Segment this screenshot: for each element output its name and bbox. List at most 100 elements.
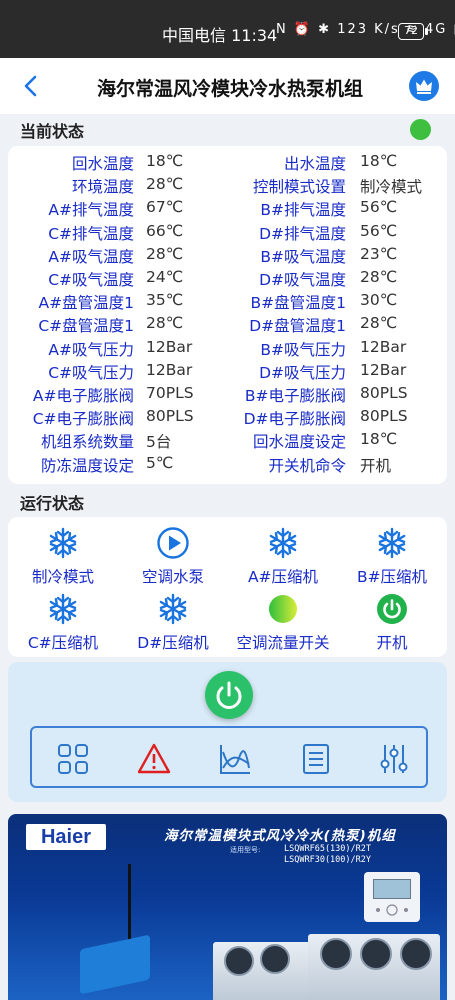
run-status-label: B#压缩机: [356, 568, 428, 586]
gateway-device-image: [80, 934, 150, 995]
param-row: C#盘管温度1 28℃ D#盘管温度1 28℃: [8, 314, 447, 337]
param-row: C#排气温度 66℃ D#排气温度 56℃: [8, 222, 447, 245]
param-value: 23℃: [360, 244, 398, 263]
snowflake-icon: [267, 527, 299, 559]
fan-image: [320, 938, 352, 970]
fan-image: [400, 938, 432, 970]
run-status-label: 开机: [376, 634, 408, 652]
param-row: A#吸气温度 28℃ B#吸气温度 23℃: [8, 245, 447, 268]
param-label: B#吸气温度: [260, 247, 346, 266]
param-row: A#盘管温度1 35℃ B#盘管温度1 30℃: [8, 291, 447, 314]
param-label: C#吸气压力: [48, 363, 134, 382]
param-label: 回水温度设定: [252, 433, 346, 452]
param-value: 12Bar: [146, 360, 193, 379]
power-icon: [376, 593, 408, 625]
param-label: D#排气温度: [259, 224, 346, 243]
param-label: D#盘管温度1: [249, 317, 346, 336]
param-label: 环境温度: [71, 178, 134, 197]
haier-logo: Haier: [26, 824, 106, 850]
sliders-icon[interactable]: [377, 742, 411, 776]
page-title: 海尔常温风冷模块冷水热泵机组: [96, 78, 363, 100]
param-value: 28℃: [146, 244, 184, 263]
carrier-time: 中国电信 11:34: [162, 26, 278, 45]
function-toolbar: [30, 726, 428, 788]
run-status-label: C#压缩机: [27, 634, 99, 652]
controller-device-image: [364, 872, 420, 922]
param-value: 5台: [146, 433, 172, 452]
param-value: 12Bar: [360, 360, 407, 379]
param-value: 18℃: [360, 430, 398, 449]
param-value: 66℃: [146, 221, 184, 240]
param-row: A#排气温度 67℃ B#排气温度 56℃: [8, 198, 447, 221]
run-status-label: 制冷模式: [31, 568, 94, 586]
param-label: D#电子膨胀阀: [243, 410, 346, 429]
crown-icon[interactable]: [409, 71, 439, 101]
model-list: LSQWRF65(130)/R2T LSQWRF30(100)/R2Y: [284, 844, 371, 866]
param-label: 开关机命令: [268, 456, 346, 475]
run-status-panel: 制冷模式 空调水泵 A#压缩机 B#压缩机 C#压缩机 D#压缩机 空调流量开关 开机: [8, 517, 447, 657]
param-row: 回水温度 18℃ 出水温度 18℃: [8, 152, 447, 175]
param-label: B#排气温度: [260, 201, 346, 220]
param-value: 28℃: [360, 268, 398, 286]
product-banner: Haier 海尔常温模块式风冷冷水(热泵)机组 适用型号: LSQWRF65(1…: [8, 814, 447, 1000]
param-value: 80PLS: [360, 407, 408, 426]
model-item: LSQWRF30(100)/R2Y: [284, 855, 371, 865]
app-bar: 海尔常温风冷模块冷水热泵机组: [0, 58, 455, 114]
run-status-label: D#压缩机: [137, 634, 209, 652]
param-value: 12Bar: [146, 337, 193, 356]
param-value: 18℃: [360, 152, 398, 170]
battery-icon: 72: [398, 23, 424, 40]
current-status-heading: 当前状态: [20, 122, 85, 141]
curve-icon[interactable]: [218, 742, 252, 776]
run-status-label: A#压缩机: [247, 568, 319, 586]
param-value: 35℃: [146, 291, 184, 310]
param-label: 回水温度: [71, 155, 134, 173]
param-label: B#电子膨胀阀: [244, 387, 346, 405]
online-indicator: [410, 119, 431, 140]
param-label: 控制模式设置: [252, 178, 346, 197]
param-label: 机组系统数量: [40, 433, 134, 452]
param-row: C#电子膨胀阀 80PLS D#电子膨胀阀 80PLS: [8, 407, 447, 430]
power-button[interactable]: [205, 671, 253, 719]
fan-image: [224, 946, 254, 976]
param-value: 28℃: [360, 314, 398, 333]
run-status-label: 空调流量开关: [236, 634, 330, 652]
param-value: 28℃: [146, 175, 184, 194]
param-label: C#排气温度: [48, 224, 134, 243]
system-status-bar: 中国电信 11:34 N ⏰ ✱ 123 K/s ≋ 4G ▮ 72: [0, 0, 455, 58]
snowflake-icon: [47, 527, 79, 559]
snowflake-icon: [47, 593, 79, 625]
param-label: A#盘管温度1: [38, 294, 134, 313]
model-label: 适用型号:: [230, 846, 261, 854]
param-value: 70PLS: [146, 384, 194, 402]
param-label: 防冻温度设定: [40, 456, 134, 475]
param-label: D#吸气压力: [259, 363, 346, 382]
param-row: C#吸气温度 24℃ D#吸气温度 28℃: [8, 268, 447, 291]
param-label: B#盘管温度1: [250, 294, 346, 313]
param-label: 出水温度: [283, 155, 346, 173]
fan-image: [360, 938, 392, 970]
control-panel: [8, 662, 447, 802]
list-icon[interactable]: [299, 742, 333, 776]
green-ball-icon: [267, 593, 299, 625]
param-value: 24℃: [146, 268, 184, 286]
param-label: C#盘管温度1: [38, 317, 134, 336]
param-label: C#吸气温度: [48, 271, 134, 289]
fan-image: [260, 944, 290, 974]
param-label: A#吸气压力: [48, 340, 134, 359]
alarm-icon[interactable]: [137, 742, 171, 776]
param-value: 80PLS: [146, 407, 194, 426]
model-item: LSQWRF65(130)/R2T: [284, 844, 371, 854]
param-value: 5℃: [146, 453, 174, 472]
param-value: 80PLS: [360, 384, 408, 402]
param-value: 56℃: [360, 221, 398, 240]
param-label: B#吸气压力: [260, 340, 346, 359]
parameter-panel: 回水温度 18℃ 出水温度 18℃ 环境温度 28℃ 控制模式设置 制冷模式 A#排气温度 67℃…: [8, 146, 447, 484]
grid-icon[interactable]: [56, 742, 90, 776]
param-label: A#排气温度: [48, 201, 134, 220]
param-value: 30℃: [360, 291, 398, 310]
param-value: 67℃: [146, 198, 184, 217]
param-label: C#电子膨胀阀: [32, 410, 134, 429]
run-status-heading: 运行状态: [20, 494, 85, 513]
chevron-left-icon[interactable]: [18, 72, 46, 100]
